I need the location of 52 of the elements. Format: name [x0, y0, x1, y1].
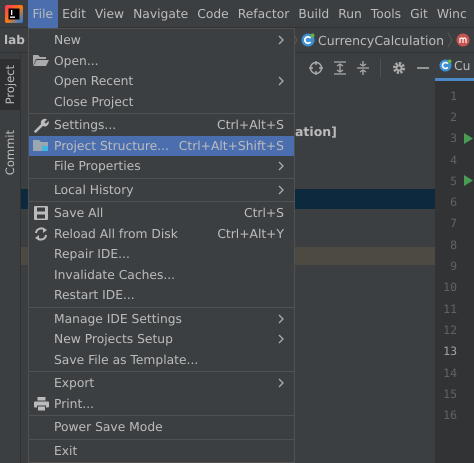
menu-item[interactable]: Power Save Mode: [29, 417, 294, 438]
menu-item[interactable]: Repair IDE...: [29, 244, 294, 264]
app-logo-icon[interactable]: [5, 4, 23, 22]
menu-title[interactable]: Build: [294, 0, 334, 28]
menu-title[interactable]: Code: [192, 0, 234, 28]
folder-icon: [33, 139, 49, 152]
menu-title[interactable]: Tools: [366, 0, 406, 28]
menu-item[interactable]: Restart IDE...: [29, 285, 294, 306]
menu-item[interactable]: File Properties: [29, 156, 294, 176]
reload-icon: [34, 226, 48, 241]
settings-icon[interactable]: [392, 61, 406, 75]
tool-window-tab[interactable]: Project: [0, 59, 20, 110]
editor-tab[interactable]: Cu: [435, 53, 474, 81]
menu-title[interactable]: Git: [406, 0, 432, 28]
menu-item[interactable]: Print...: [29, 394, 294, 414]
tool-window-tab[interactable]: Commit: [0, 124, 20, 182]
menu-item[interactable]: New Projects Setup: [29, 329, 294, 350]
menu-item[interactable]: Local History: [29, 180, 294, 200]
menu-item[interactable]: Save File as Template...: [29, 350, 294, 370]
project-tree-item[interactable]: ation]: [295, 124, 337, 138]
run-icon[interactable]: [464, 175, 473, 186]
menu-item[interactable]: Settings... Ctrl+Alt+S: [29, 115, 294, 136]
menu-item[interactable]: New: [29, 30, 294, 50]
menu-title[interactable]: View: [90, 0, 129, 28]
expand-all-icon[interactable]: [334, 61, 346, 75]
printer-icon: [34, 396, 48, 411]
class-icon: [439, 59, 452, 72]
line-number: 13: [442, 344, 457, 358]
folder-icon: [33, 54, 49, 68]
breadcrumb-class[interactable]: CurrencyCalculation: [318, 32, 444, 48]
menu-item[interactable]: Open Recent: [29, 71, 294, 92]
menu-item[interactable]: Exit: [29, 440, 294, 461]
menu-title[interactable]: Run: [334, 0, 366, 28]
menu-title[interactable]: Refactor: [233, 0, 294, 28]
class-icon: [301, 33, 315, 47]
collapse-all-icon[interactable]: [357, 61, 369, 75]
menu-item[interactable]: Open...: [29, 50, 294, 71]
menu-item[interactable]: Invalidate Caches...: [29, 264, 294, 285]
method-icon: [456, 33, 470, 47]
menu-item[interactable]: Manage IDE Settings: [29, 308, 294, 329]
locate-icon[interactable]: [309, 61, 323, 75]
run-icon[interactable]: [464, 132, 473, 144]
menu-item[interactable]: Export: [29, 373, 294, 394]
menu-title[interactable]: Navigate: [128, 0, 193, 28]
breadcrumb-separator-icon: [447, 32, 454, 48]
menu-item[interactable]: Reload All from Disk Ctrl+Alt+Y: [29, 224, 294, 244]
menu-title[interactable]: Edit: [58, 0, 90, 28]
menu-item[interactable]: Save All Ctrl+S: [29, 203, 294, 224]
wrench-icon: [34, 118, 48, 133]
breadcrumb-project[interactable]: lab: [4, 33, 25, 47]
menu-title[interactable]: Winc: [432, 0, 472, 28]
menu-item[interactable]: Close Project: [29, 92, 294, 112]
